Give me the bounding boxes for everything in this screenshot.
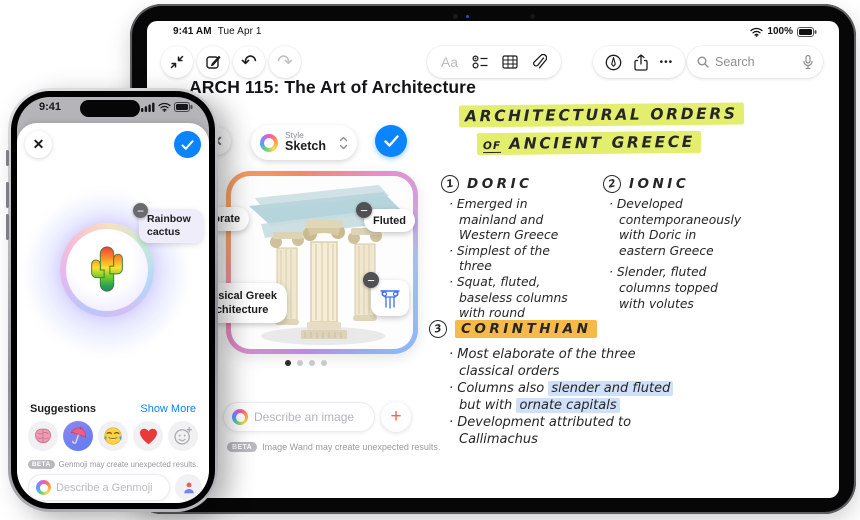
doric-header: 1 DORIC — [439, 173, 533, 195]
remove-fluted-tag-button[interactable]: − — [356, 202, 372, 218]
attachment-button[interactable] — [532, 54, 547, 70]
genmoji-sheet: ✕ − Rainbow cactus Suggestions Show More… — [17, 123, 209, 503]
doric-notes: · Emerged in mainland and Western Greece… — [449, 197, 568, 336]
add-image-button[interactable]: + — [381, 402, 411, 432]
compose-button[interactable] — [197, 46, 229, 78]
stage: 9:41 AM Tue Apr 1 100% ↶ ↷ Aa ••• Search… — [0, 0, 860, 520]
remove-rainbow-cactus-tag-button[interactable]: − — [133, 203, 148, 218]
checklist-button[interactable] — [472, 55, 488, 69]
umbrella-emoji[interactable] — [63, 421, 93, 451]
close-icon: ✕ — [32, 136, 45, 152]
accept-image-button[interactable] — [375, 125, 407, 157]
laughing-emoji[interactable] — [98, 421, 128, 451]
column-sketch-icon — [380, 290, 400, 309]
volume-up-button — [6, 182, 9, 208]
apple-intelligence-icon — [232, 409, 248, 425]
greek-columns-image — [249, 185, 401, 345]
wifi-icon — [750, 27, 764, 37]
people-genmoji-button[interactable] — [175, 474, 202, 501]
markup-pen-button[interactable] — [605, 54, 622, 71]
battery-icon — [174, 102, 193, 112]
apple-intelligence-icon — [260, 133, 278, 152]
genmoji-beta-note: BETA Genmoji may create unexpected resul… — [17, 460, 209, 469]
collapse-toolbar-button[interactable] — [161, 46, 193, 78]
dynamic-island — [80, 100, 140, 117]
tag-rainbow-cactus[interactable]: Rainbow cactus — [139, 209, 203, 244]
person-icon — [183, 481, 194, 493]
image-wand-beta-note: BETA Image Wand may create unexpected re… — [227, 442, 440, 452]
genmoji-accept-button[interactable] — [174, 131, 201, 158]
ipad-screen: 9:41 AM Tue Apr 1 100% ↶ ↷ Aa ••• Search… — [147, 21, 839, 498]
cellular-icon — [141, 102, 155, 112]
rainbow-cactus-genmoji — [91, 246, 123, 292]
iphone-device: 9:41 ✕ − Rainbow cactus Suggestions Show… — [6, 88, 218, 512]
dictation-mic-icon[interactable] — [803, 55, 813, 69]
image-pagination-dots[interactable] — [285, 360, 327, 366]
remove-sketch-tag-button[interactable]: − — [363, 272, 379, 288]
corinthian-notes: · Most elaborate of the three classical … — [449, 346, 779, 448]
search-icon — [697, 56, 709, 68]
share-button[interactable] — [634, 53, 648, 71]
iphone-time: 9:41 — [39, 101, 62, 113]
format-toolbar-group: Aa — [427, 46, 561, 78]
search-placeholder: Search — [715, 55, 755, 69]
ipad-camera — [453, 14, 458, 19]
apple-intelligence-icon — [36, 480, 51, 495]
wifi-icon — [158, 102, 171, 112]
iphone-bezel: 9:41 ✕ − Rainbow cactus Suggestions Show… — [11, 91, 215, 509]
show-more-link[interactable]: Show More — [140, 403, 196, 415]
volume-down-button — [6, 214, 9, 240]
heart-emoji[interactable] — [133, 421, 163, 451]
ipad-camera-2 — [530, 14, 535, 19]
chevron-up-down-icon — [339, 136, 348, 149]
add-emoji-button[interactable] — [168, 421, 198, 451]
tag-fluted[interactable]: Fluted — [364, 209, 415, 232]
action-button — [6, 150, 9, 166]
ipad-camera-sensor — [466, 15, 469, 18]
redo-button[interactable]: ↷ — [269, 46, 301, 78]
iphone-status-icons — [141, 102, 193, 112]
note-title: ARCH 115: The Art of Architecture — [189, 77, 476, 97]
style-picker[interactable]: Style Sketch — [251, 125, 357, 160]
corinthian-header: 3 CORINTHIAN — [427, 318, 598, 340]
battery-icon — [797, 26, 817, 37]
undo-icon: ↶ — [241, 51, 257, 73]
generated-image-card[interactable] — [226, 171, 418, 354]
search-field[interactable]: Search — [687, 46, 823, 78]
describe-image-input[interactable] — [254, 410, 366, 424]
suggestion-emoji-row — [28, 421, 198, 451]
more-options-button[interactable]: ••• — [660, 57, 674, 68]
notes-heading-line2: OF ANCIENT GREECE — [476, 130, 702, 156]
style-value: Sketch — [285, 139, 326, 154]
ipad-status-bar: 9:41 AM Tue Apr 1 — [173, 26, 262, 37]
iphone-screen: 9:41 ✕ − Rainbow cactus Suggestions Show… — [17, 97, 209, 503]
brain-emoji[interactable] — [28, 421, 58, 451]
describe-genmoji-field[interactable] — [28, 474, 170, 501]
checkmark-icon — [383, 135, 399, 147]
tools-toolbar-group: ••• — [593, 46, 685, 78]
describe-image-field[interactable] — [223, 402, 375, 432]
ionic-header: 2 IONIC — [601, 173, 689, 195]
checkmark-icon — [181, 139, 194, 150]
suggestions-label: Suggestions — [30, 403, 97, 415]
ionic-notes: · Developed contemporaneously with Doric… — [609, 197, 742, 311]
ipad-device: 9:41 AM Tue Apr 1 100% ↶ ↷ Aa ••• Search… — [130, 4, 856, 514]
battery-percent: 100% — [767, 26, 793, 37]
table-button[interactable] — [502, 55, 518, 69]
undo-button[interactable]: ↶ — [233, 46, 265, 78]
genmoji-close-button[interactable]: ✕ — [25, 131, 52, 158]
compose-icon — [205, 55, 220, 69]
describe-genmoji-input[interactable] — [56, 481, 162, 494]
ipad-status-right: 100% — [750, 26, 817, 37]
text-format-button[interactable]: Aa — [441, 54, 458, 70]
ipad-time: 9:41 AM — [173, 26, 212, 37]
redo-icon: ↷ — [277, 51, 293, 73]
plus-icon: + — [390, 406, 402, 427]
ipad-date: Tue Apr 1 — [217, 26, 262, 37]
collapse-arrows-icon — [170, 55, 184, 69]
notes-heading-line1: ARCHITECTURAL ORDERS — [458, 102, 744, 128]
